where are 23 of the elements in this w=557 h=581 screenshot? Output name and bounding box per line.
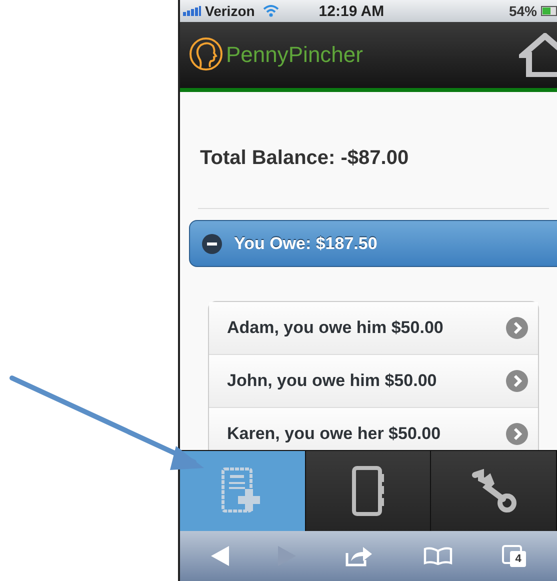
clock-time: 12:19 AM — [318, 2, 384, 20]
battery-icon — [541, 6, 557, 16]
share-icon[interactable] — [345, 545, 374, 567]
wifi-icon — [262, 5, 279, 17]
total-balance: Total Balance: -$87.00 — [200, 147, 410, 170]
book-icon — [352, 466, 384, 516]
debt-text: Adam, you owe him $50.00 — [227, 318, 444, 338]
book-icon[interactable] — [422, 547, 453, 565]
debt-text: Karen, you owe her $50.00 — [227, 424, 441, 444]
battery-percent: 54% — [508, 3, 537, 19]
chevron-icon — [506, 423, 528, 445]
debt-row[interactable]: Adam, you owe him $50.00 — [209, 302, 538, 355]
debt-text: John, you owe him $50.00 — [227, 371, 437, 391]
minus-icon — [202, 234, 222, 254]
chevron-icon — [506, 370, 528, 392]
app-name: PennyPincher — [226, 42, 363, 68]
home-icon[interactable] — [519, 33, 557, 77]
tab-button[interactable] — [306, 451, 432, 531]
carrier-name: Verizon — [205, 3, 255, 19]
chevron-icon — [506, 317, 528, 339]
signal-icon — [183, 6, 201, 16]
back-icon[interactable] — [210, 546, 229, 566]
tab-button[interactable] — [431, 451, 557, 531]
